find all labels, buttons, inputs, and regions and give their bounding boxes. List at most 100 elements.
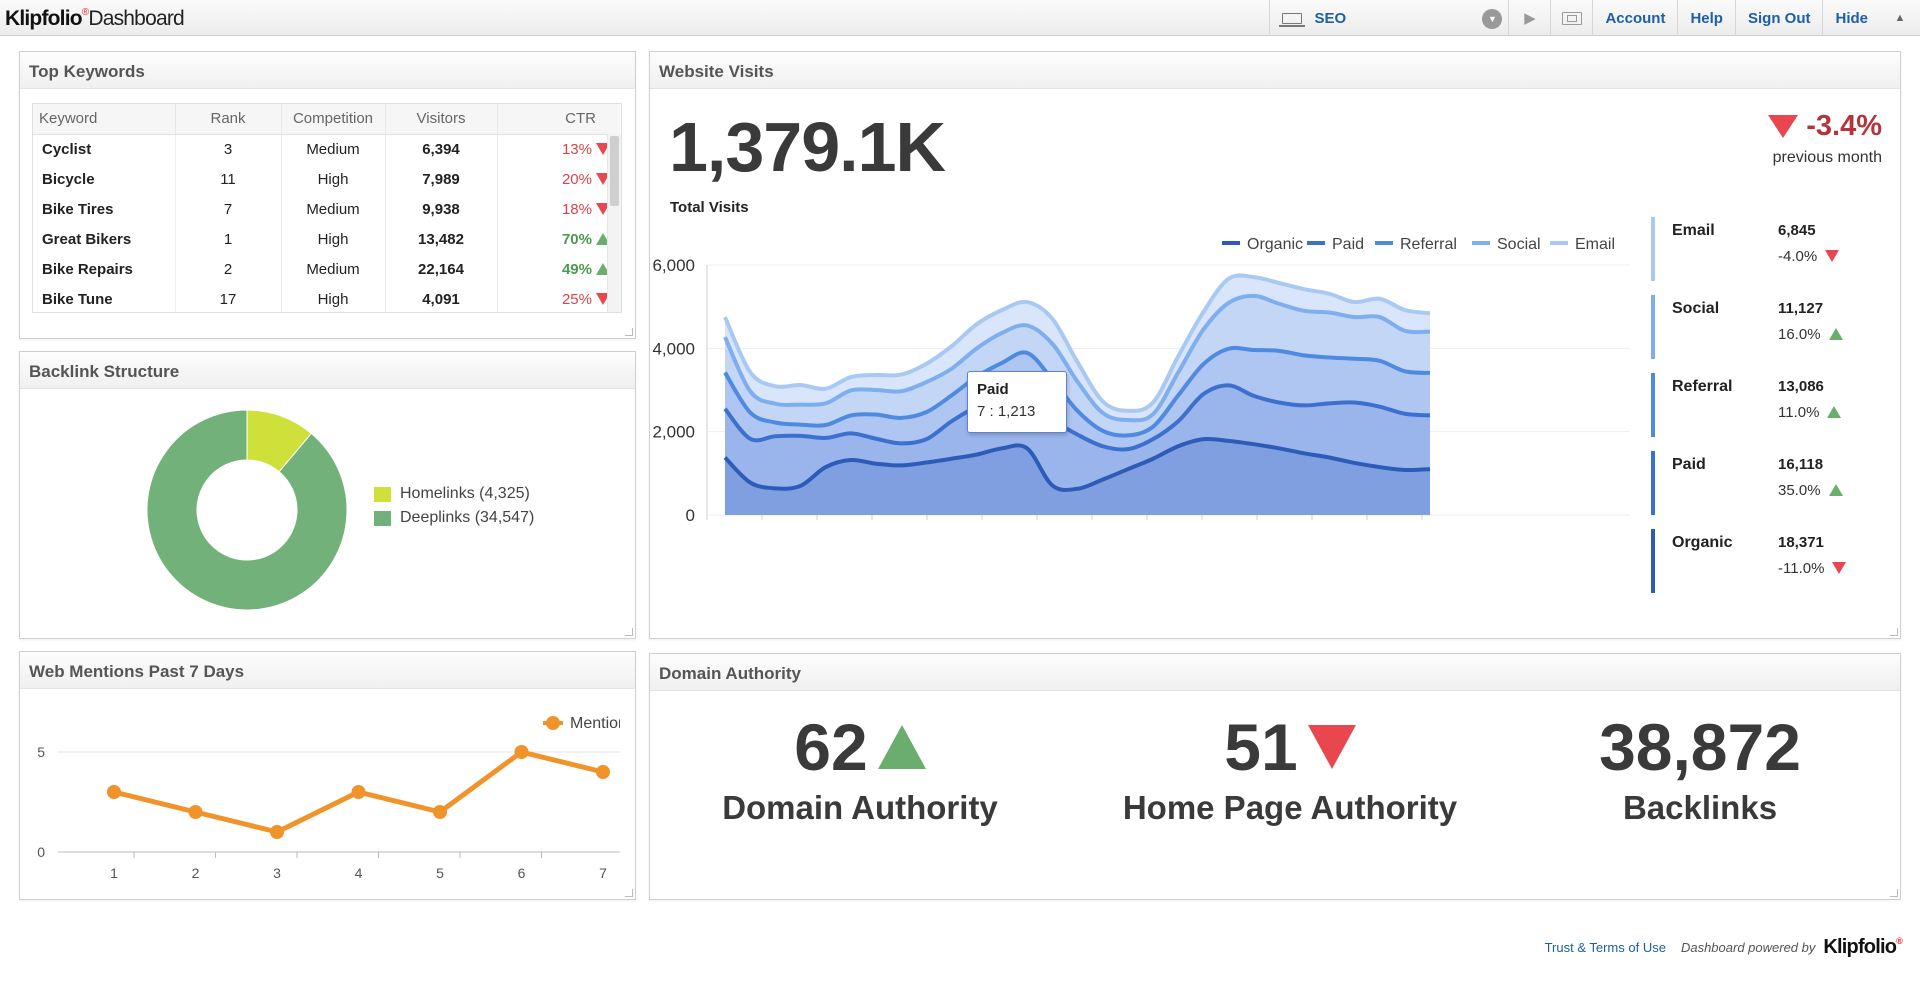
- visits-change: -3.4%: [1768, 110, 1882, 143]
- column-header[interactable]: Keyword: [33, 104, 176, 135]
- help-link[interactable]: Help: [1678, 0, 1736, 36]
- scrollbar-thumb[interactable]: [610, 136, 619, 206]
- legend-swatch: [374, 510, 391, 526]
- breakdown-pct-value: 16.0%: [1778, 326, 1821, 343]
- rank-cell: 2: [175, 254, 282, 284]
- legend-item-referral[interactable]: Referral: [1375, 236, 1457, 253]
- account-link[interactable]: Account: [1593, 0, 1679, 36]
- panel-title: Backlink Structure: [20, 352, 635, 389]
- series-color-bar: [1651, 217, 1655, 281]
- up-arrow-icon: [1828, 484, 1843, 496]
- down-arrow-icon: [1768, 115, 1799, 138]
- data-point[interactable]: [514, 745, 529, 759]
- keywords-table-wrap: Keyword Rank Competition Visitors CTR Cy…: [32, 103, 622, 313]
- resize-handle[interactable]: [625, 328, 633, 336]
- table-row[interactable]: Cyclist 3 Medium 6,394 13%: [33, 134, 620, 164]
- slideshow-button[interactable]: [1551, 0, 1594, 36]
- sign-out-link[interactable]: Sign Out: [1736, 0, 1824, 36]
- table-row[interactable]: Bike Tune 17 High 4,091 25%: [33, 284, 620, 312]
- legend-item-organic[interactable]: Organic: [1222, 236, 1303, 253]
- resize-handle[interactable]: [625, 889, 633, 897]
- ctr-cell: 25%: [497, 284, 620, 312]
- collapse-icon[interactable]: ▲: [1880, 0, 1920, 36]
- tooltip-series: Paid: [977, 381, 1009, 398]
- breakdown-pct: 35.0%: [1778, 482, 1843, 499]
- data-point[interactable]: [596, 765, 610, 779]
- metric-value: 62: [794, 710, 868, 784]
- ctr-cell: 18%: [497, 194, 620, 224]
- table-scrollbar[interactable]: [607, 134, 621, 312]
- series-color-bar: [1651, 529, 1655, 593]
- visitors-cell: 7,989: [385, 164, 498, 194]
- column-header[interactable]: Competition: [281, 104, 386, 135]
- chevron-down-icon[interactable]: ▼: [1482, 9, 1503, 29]
- footer-logo[interactable]: Klipfolio®: [1823, 936, 1902, 959]
- mentions-line-chart: 0 5 1 2 3 4 5 6 7 Mentions: [37, 715, 620, 881]
- legend-label: Deeplinks (34,547): [400, 509, 535, 526]
- panel-title: Top Keywords: [20, 52, 635, 89]
- website-visits-area-chart: 0 2,000 4,000 6,000 Organic Paid Referral Socia…: [652, 236, 1630, 525]
- tooltip-value: 7 : 1,213: [977, 403, 1036, 420]
- hide-link[interactable]: Hide: [1823, 0, 1880, 36]
- series-color-bar: [1651, 451, 1655, 515]
- up-arrow-icon: [1828, 328, 1843, 340]
- data-point[interactable]: [188, 805, 203, 819]
- klipfolio-logo[interactable]: Klipfolio®Dashboard: [5, 7, 185, 31]
- top-keywords-panel: Top Keywords Keyword Rank Competition Vi…: [19, 51, 636, 339]
- data-point[interactable]: [270, 825, 284, 839]
- metric-label: Backlinks: [1622, 789, 1778, 826]
- pie-slice-deeplinks[interactable]: [146, 409, 348, 611]
- legend-item-social[interactable]: Social: [1472, 236, 1541, 253]
- column-header[interactable]: CTR: [497, 104, 620, 135]
- breakdown-pct: 11.0%: [1778, 404, 1842, 421]
- ctr-value: 49%: [561, 260, 592, 278]
- data-point[interactable]: [351, 785, 366, 799]
- x-tick-label: 7: [599, 865, 607, 881]
- table-row[interactable]: Great Bikers 1 High 13,482 70%: [33, 224, 620, 254]
- breakdown-pct-value: 35.0%: [1778, 482, 1821, 499]
- down-arrow-icon: [1307, 725, 1356, 769]
- visits-change-label: previous month: [1772, 149, 1882, 166]
- data-point[interactable]: [107, 785, 121, 799]
- y-tick-label: 2,000: [652, 423, 695, 442]
- table-header: Keyword Rank Competition Visitors CTR: [33, 104, 620, 135]
- legend-item-paid[interactable]: Paid: [1307, 236, 1364, 253]
- domain-authority-metric: 62 Domain Authority: [710, 709, 1010, 827]
- play-button[interactable]: ▶: [1509, 0, 1552, 36]
- legend-item-email[interactable]: Email: [1550, 236, 1615, 253]
- breakdown-pct-value: -11.0%: [1778, 560, 1825, 577]
- breakdown-pct-value: 11.0%: [1778, 404, 1820, 421]
- metric-value: 51: [1224, 710, 1298, 784]
- table-row[interactable]: Bike Repairs 2 Medium 22,164 49%: [33, 254, 620, 284]
- table-row[interactable]: Bike Tires 7 Medium 9,938 18%: [33, 194, 620, 224]
- data-point[interactable]: [433, 805, 447, 819]
- powered-by-text: Dashboard powered by: [1680, 940, 1816, 955]
- resize-handle[interactable]: [1890, 628, 1898, 636]
- x-tick-label: 2: [192, 865, 200, 881]
- dashboard-name: SEO: [1314, 9, 1347, 27]
- panel-title: Domain Authority: [650, 654, 1900, 691]
- visitors-cell: 6,394: [385, 134, 498, 164]
- ctr-value: 13%: [561, 140, 592, 158]
- y-tick-label: 0: [37, 844, 45, 860]
- column-header[interactable]: Visitors: [385, 104, 498, 135]
- logo-product: Dashboard: [88, 7, 184, 30]
- panel-title: Website Visits: [650, 52, 1900, 89]
- home-page-authority-metric: 51 Home Page Authority: [1090, 709, 1490, 827]
- legend-label: Social: [1497, 236, 1541, 253]
- competition-cell: High: [281, 224, 386, 254]
- terms-link[interactable]: Trust & Terms of Use: [1545, 940, 1666, 955]
- table-row[interactable]: Bicycle 11 High 7,989 20%: [33, 164, 620, 194]
- breakdown-value: 6,845: [1778, 222, 1816, 239]
- metric-label: Domain Authority: [722, 789, 998, 826]
- column-header[interactable]: Rank: [175, 104, 282, 135]
- resize-handle[interactable]: [1890, 889, 1898, 897]
- dashboard-selector[interactable]: SEO ▼: [1269, 0, 1510, 36]
- breakdown-pct-value: -4.0%: [1778, 248, 1818, 265]
- keyword-cell: Bike Tune: [33, 284, 176, 312]
- rank-cell: 17: [175, 284, 282, 312]
- keywords-table: Keyword Rank Competition Visitors CTR Cy…: [33, 104, 620, 312]
- ctr-value: 70%: [561, 230, 592, 248]
- x-tick-label: 1: [110, 865, 118, 881]
- resize-handle[interactable]: [625, 628, 633, 636]
